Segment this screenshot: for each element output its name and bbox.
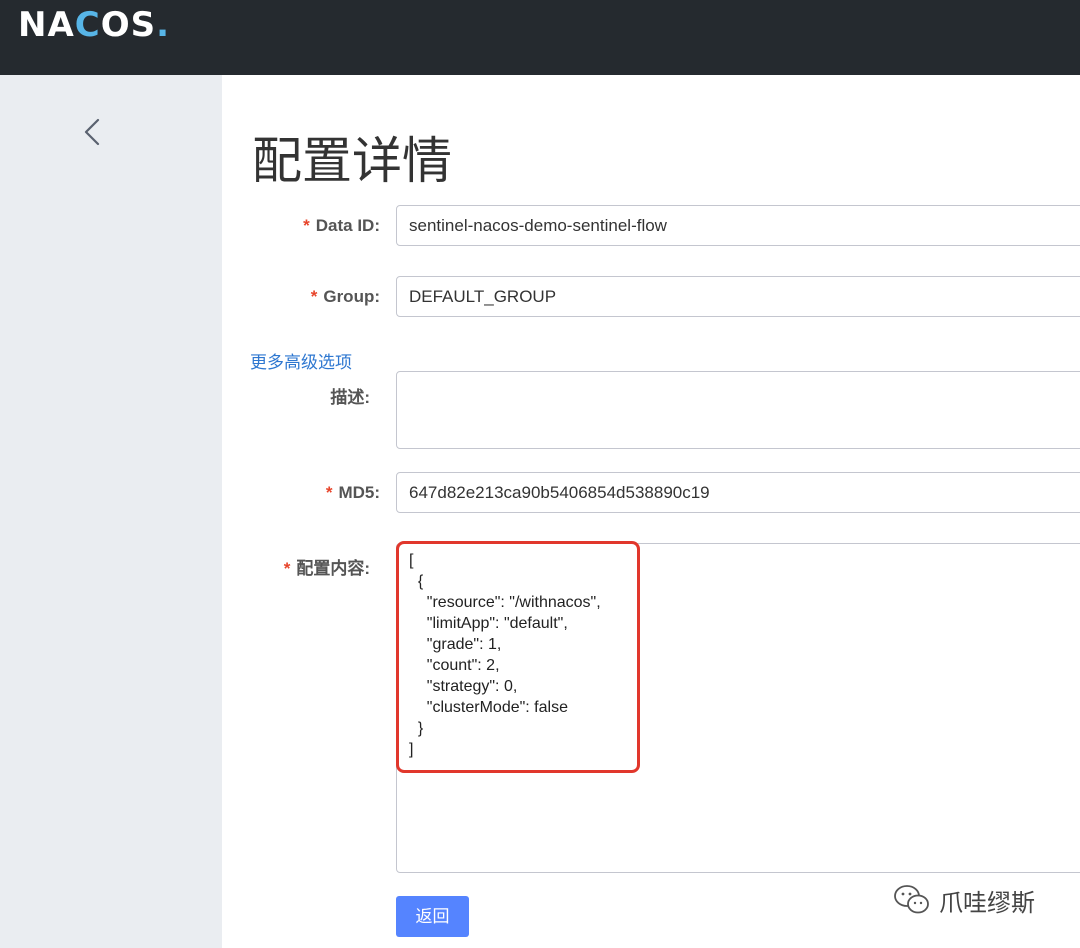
required-mark: * [303, 216, 310, 235]
back-button[interactable]: 返回 [396, 896, 469, 937]
content-label: * 配置内容: [170, 554, 370, 579]
wechat-icon [894, 885, 929, 914]
required-mark: * [310, 287, 318, 306]
md5-input[interactable]: 647d82e213ca90b5406854d538890c19 [396, 472, 1080, 513]
page-title: 配置详情 [252, 132, 452, 190]
content-label-text: 配置内容: [296, 559, 370, 578]
watermark-text: 爪哇缪斯 [939, 889, 1035, 917]
description-textarea[interactable] [396, 371, 1080, 449]
logo-text-a: NA [18, 5, 75, 45]
description-label: 描述: [330, 388, 370, 407]
advanced-options-link[interactable]: 更多高级选项 [250, 348, 352, 373]
group-label: * Group: [180, 287, 380, 307]
chevron-left-icon[interactable] [78, 112, 108, 152]
logo-dot: . [156, 5, 171, 45]
data-id-label: * Data ID: [180, 216, 380, 236]
logo-text-c: C [74, 5, 101, 45]
data-id-input[interactable]: sentinel-nacos-demo-sentinel-flow [396, 205, 1080, 246]
data-id-label-text: Data ID: [315, 216, 380, 235]
nacos-logo[interactable]: NACOS. [18, 8, 170, 42]
group-label-text: Group: [323, 287, 380, 306]
group-input[interactable]: DEFAULT_GROUP [396, 276, 1080, 317]
top-navbar: NACOS. [0, 0, 1080, 75]
content-code: [ { "resource": "/withnacos", "limitApp"… [409, 552, 601, 758]
sidebar [0, 75, 222, 948]
required-mark: * [283, 559, 291, 578]
watermark: 爪哇缪斯 [893, 882, 1035, 918]
md5-label: * MD5: [180, 483, 380, 503]
md5-label-text: MD5: [338, 483, 380, 502]
logo-text-b: OS [100, 5, 157, 45]
required-mark: * [325, 483, 333, 502]
